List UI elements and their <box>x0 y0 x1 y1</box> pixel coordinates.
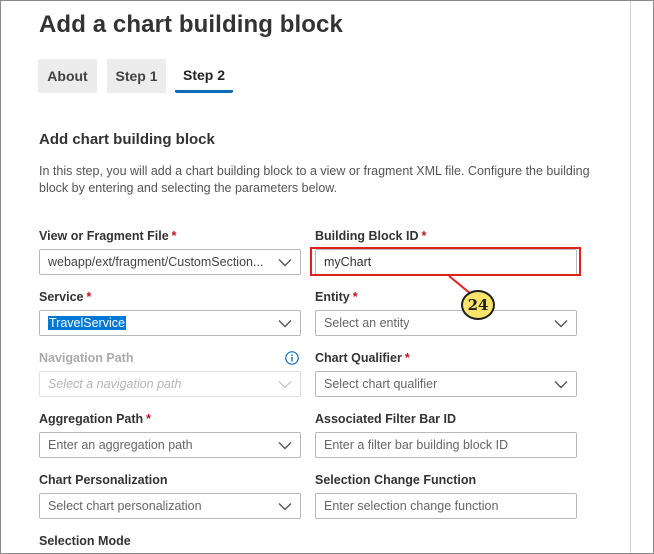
required-marker: * <box>421 229 427 243</box>
chart-qualifier-label: Chart Qualifier * <box>315 351 410 365</box>
callout-pointer <box>448 275 472 295</box>
required-marker: * <box>352 290 358 304</box>
aggregation-path-placeholder: Enter an aggregation path <box>48 438 193 452</box>
view-file-value: webapp/ext/fragment/CustomSection... <box>48 255 264 269</box>
chart-qualifier-select[interactable]: Select chart qualifier <box>315 371 577 397</box>
filter-bar-id-input[interactable]: Enter a filter bar building block ID <box>315 432 577 458</box>
tab-step-2[interactable]: Step 2 <box>175 59 233 93</box>
view-file-select[interactable]: webapp/ext/fragment/CustomSection... <box>39 249 301 275</box>
selection-change-placeholder: Enter selection change function <box>324 499 499 513</box>
entity-select[interactable]: Select an entity <box>315 310 577 336</box>
selection-change-input[interactable]: Enter selection change function <box>315 493 577 519</box>
selection-change-label: Selection Change Function <box>315 473 477 487</box>
filter-bar-id-placeholder: Enter a filter bar building block ID <box>324 438 509 452</box>
callout-number: 24 <box>467 296 489 314</box>
tab-step-2-label: Step 2 <box>182 66 225 83</box>
required-marker: * <box>86 290 92 304</box>
entity-placeholder: Select an entity <box>324 316 410 330</box>
chart-qualifier-placeholder: Select chart qualifier <box>324 377 438 391</box>
chart-personalization-select[interactable]: Select chart personalization <box>39 493 301 519</box>
chart-personalization-placeholder: Select chart personalization <box>48 499 202 513</box>
info-icon[interactable] <box>285 351 299 365</box>
service-label: Service * <box>39 290 92 304</box>
callout-badge: 24 <box>461 290 495 320</box>
chevron-down-icon <box>278 380 292 389</box>
filter-bar-id-label: Associated Filter Bar ID <box>315 412 457 426</box>
service-select[interactable]: TravelService <box>39 310 301 336</box>
entity-label: Entity * <box>315 290 358 304</box>
page-title: Add a chart building block <box>39 11 343 38</box>
tab-step-1[interactable]: Step 1 <box>107 59 166 93</box>
window-frame <box>0 0 654 554</box>
chevron-down-icon <box>554 319 568 328</box>
section-intro: In this step, you will add a chart build… <box>39 164 590 195</box>
aggregation-path-label: Aggregation Path * <box>39 412 152 426</box>
navigation-path-placeholder: Select a navigation path <box>48 377 182 391</box>
required-marker: * <box>146 412 152 426</box>
service-value: TravelService <box>48 316 126 330</box>
tab-about-label: About <box>47 68 88 84</box>
required-marker: * <box>171 229 177 243</box>
section-title: Add chart building block <box>39 131 215 148</box>
tab-step-1-label: Step 1 <box>115 68 158 84</box>
view-file-label: View or Fragment File * <box>39 229 177 243</box>
chevron-down-icon <box>278 502 292 511</box>
chevron-down-icon <box>278 441 292 450</box>
selection-mode-label: Selection Mode <box>39 534 131 548</box>
tab-about[interactable]: About <box>38 59 97 93</box>
chevron-down-icon <box>278 258 292 267</box>
chevron-down-icon <box>554 380 568 389</box>
highlight-box <box>310 247 581 276</box>
navigation-path-select[interactable]: Select a navigation path <box>39 371 301 397</box>
scrollbar-track[interactable] <box>630 0 654 554</box>
aggregation-path-select[interactable]: Enter an aggregation path <box>39 432 301 458</box>
chart-personalization-label: Chart Personalization <box>39 473 168 487</box>
chevron-down-icon <box>278 319 292 328</box>
building-block-id-label: Building Block ID * <box>315 229 427 243</box>
navigation-path-label: Navigation Path <box>39 351 134 365</box>
required-marker: * <box>404 351 410 365</box>
